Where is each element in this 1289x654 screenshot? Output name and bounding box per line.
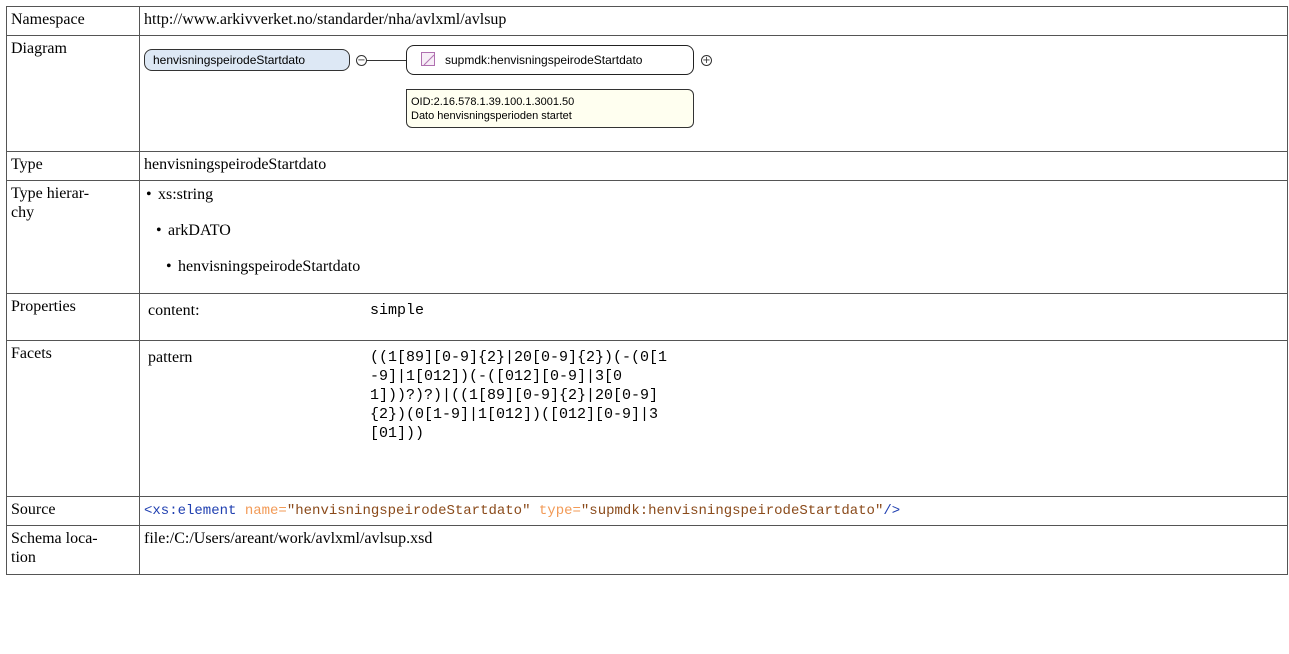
property-key: content: xyxy=(148,302,200,319)
annotation-oid: OID:2.16.578.1.39.100.1.3001.50 xyxy=(411,96,575,108)
source-tag-close: /> xyxy=(883,503,901,519)
source-label: Source xyxy=(6,496,140,526)
schema-location-label-line2: tion xyxy=(11,549,36,566)
source-attr-value: "henvisningspeirodeStartdato" xyxy=(286,503,531,519)
namespace-value: http://www.arkivverket.no/standarder/nha… xyxy=(139,6,1288,36)
collapse-toggle-icon[interactable]: − xyxy=(356,55,367,66)
type-value: henvisningspeirodeStartdato xyxy=(139,151,1288,181)
type-label: Type xyxy=(6,151,140,181)
properties-label: Properties xyxy=(6,293,140,341)
source-attr-type: type= xyxy=(538,503,581,519)
properties-row: Properties content: simple xyxy=(6,293,1288,341)
facet-key: pattern xyxy=(148,349,193,366)
source-attr-type-value: "supmdk:henvisningspeirodeStartdato" xyxy=(580,503,884,519)
source-value: <xs:element name="henvisningspeirodeStar… xyxy=(139,496,1288,526)
type-node-label: supmdk:henvisningspeirodeStartdato xyxy=(445,53,643,67)
type-hierarchy-list: xs:string arkDATO henvisningspeirodeStar… xyxy=(144,185,1283,276)
schema-diagram: henvisningspeirodeStartdato − supmdk:hen… xyxy=(140,36,1287,145)
connector-line xyxy=(367,60,406,61)
property-value: simple xyxy=(370,302,425,319)
source-code: <xs:element name="henvisningspeirodeStar… xyxy=(144,503,900,519)
type-row: Type henvisningspeirodeStartdato xyxy=(6,151,1288,181)
namespace-row: Namespace http://www.arkivverket.no/stan… xyxy=(6,6,1288,36)
diagram-cell: henvisningspeirodeStartdato − supmdk:hen… xyxy=(139,35,1288,152)
type-hierarchy-row: Type hierar- chy xs:string arkDATO henvi… xyxy=(6,180,1288,294)
namespace-label: Namespace xyxy=(6,6,140,36)
facet-pattern: ((1[89][0-9]{2}|20[0-9]{2})(-(0[1-9]|1[0… xyxy=(370,349,668,442)
diagram-label: Diagram xyxy=(6,35,140,152)
source-attr-name: name= xyxy=(244,503,287,519)
facets-table: pattern ((1[89][0-9]{2}|20[0-9]{2})(-(0[… xyxy=(148,348,670,443)
facets-value: pattern ((1[89][0-9]{2}|20[0-9]{2})(-(0[… xyxy=(139,340,1288,497)
schema-location-row: Schema loca- tion file:/C:/Users/areant/… xyxy=(6,525,1288,575)
source-row: Source <xs:element name="henvisningspeir… xyxy=(6,496,1288,526)
facets-row: Facets pattern ((1[89][0-9]{2}|20[0-9]{2… xyxy=(6,340,1288,497)
element-node-label: henvisningspeirodeStartdato xyxy=(153,53,306,67)
type-node[interactable]: supmdk:henvisningspeirodeStartdato xyxy=(406,45,694,75)
hierarchy-item: arkDATO xyxy=(154,221,1283,240)
annotation-box: OID:2.16.578.1.39.100.1.3001.50 Dato hen… xyxy=(406,89,694,128)
expand-toggle-icon[interactable]: + xyxy=(701,55,712,66)
schema-location-value: file:/C:/Users/areant/work/avlxml/avlsup… xyxy=(139,525,1288,575)
simple-type-icon xyxy=(421,52,435,66)
type-hierarchy-label-line2: chy xyxy=(11,204,35,221)
diagram-row: Diagram henvisningspeirodeStartdato − su… xyxy=(6,35,1288,152)
element-node[interactable]: henvisningspeirodeStartdato xyxy=(144,49,350,71)
properties-table: content: simple xyxy=(148,301,424,320)
type-hierarchy-label: Type hierar- chy xyxy=(6,180,140,294)
annotation-description: Dato henvisningsperioden startet xyxy=(411,110,572,122)
properties-value: content: simple xyxy=(139,293,1288,341)
hierarchy-item: henvisningspeirodeStartdato xyxy=(164,257,1283,276)
source-tag-open: <xs:element xyxy=(144,503,237,519)
schema-location-label: Schema loca- tion xyxy=(6,525,140,575)
schema-doc-table: Namespace http://www.arkivverket.no/stan… xyxy=(6,6,1288,575)
facets-label: Facets xyxy=(6,340,140,497)
schema-location-label-line1: Schema loca- xyxy=(11,530,98,547)
hierarchy-item: xs:string xyxy=(144,185,1283,204)
type-hierarchy-value: xs:string arkDATO henvisningspeirodeStar… xyxy=(139,180,1288,294)
type-hierarchy-label-line1: Type hierar- xyxy=(11,185,90,202)
